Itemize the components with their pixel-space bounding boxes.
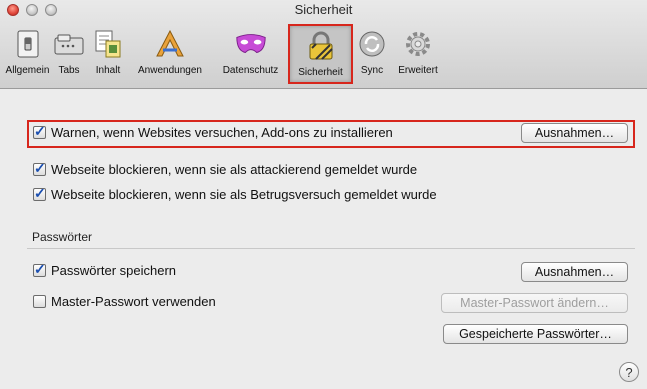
- block-forgery-label: Webseite blockieren, wenn sie als Betrug…: [51, 187, 437, 202]
- master-password-row[interactable]: Master-Passwort verwenden: [33, 294, 216, 309]
- save-passwords-label: Passwörter speichern: [51, 263, 176, 278]
- content-icon: [91, 27, 125, 61]
- tab-allgemein[interactable]: Allgemein: [6, 24, 49, 84]
- passwords-heading: Passwörter: [32, 230, 93, 244]
- tab-label: Datenschutz: [222, 65, 279, 76]
- block-attack-row[interactable]: Webseite blockieren, wenn sie als attack…: [33, 160, 418, 177]
- change-master-password-button[interactable]: Master-Passwort ändern…: [441, 293, 628, 313]
- applications-icon: [153, 27, 187, 61]
- tab-label: Tabs: [58, 65, 80, 76]
- tab-sicherheit[interactable]: Sicherheit: [288, 24, 353, 84]
- addons-exceptions-button[interactable]: Ausnahmen…: [521, 123, 628, 143]
- tab-label: Anwendungen: [138, 65, 202, 76]
- tab-label: Allgemein: [5, 65, 50, 76]
- master-password-label: Master-Passwort verwenden: [51, 294, 216, 309]
- save-passwords-row[interactable]: Passwörter speichern: [33, 261, 176, 278]
- tab-tabs[interactable]: Tabs: [49, 24, 89, 84]
- save-passwords-checkbox[interactable]: [33, 261, 46, 278]
- gear-icon: [401, 27, 435, 61]
- tab-label: Inhalt: [95, 65, 121, 76]
- warn-addons-checkbox[interactable]: [33, 123, 46, 140]
- saved-passwords-button[interactable]: Gespeicherte Passwörter…: [443, 324, 628, 344]
- block-forgery-row[interactable]: Webseite blockieren, wenn sie als Betrug…: [33, 185, 437, 202]
- help-button[interactable]: ?: [619, 362, 639, 382]
- block-attack-checkbox[interactable]: [33, 160, 46, 177]
- warn-addons-row[interactable]: Warnen, wenn Websites versuchen, Add-ons…: [33, 123, 393, 140]
- block-forgery-checkbox[interactable]: [33, 185, 46, 202]
- preferences-toolbar: Allgemein Tabs Inhalt Anwendungen Datens…: [6, 24, 445, 84]
- tab-anwendungen[interactable]: Anwendungen: [127, 24, 213, 84]
- tab-label: Sicherheit: [298, 67, 343, 78]
- tab-label: Sync: [360, 65, 384, 76]
- preferences-window: Sicherheit Allgemein Tabs Inhalt Anwendu…: [0, 0, 647, 389]
- section-divider: [27, 248, 635, 249]
- tab-inhalt[interactable]: Inhalt: [89, 24, 127, 84]
- sync-icon: [355, 27, 389, 61]
- tab-label: Erweitert: [398, 65, 438, 76]
- switch-icon: [11, 27, 45, 61]
- window-title: Sicherheit: [294, 2, 353, 17]
- master-password-checkbox[interactable]: [33, 295, 46, 308]
- title-bar: Sicherheit Allgemein Tabs Inhalt Anwendu…: [0, 0, 647, 89]
- security-pane: Warnen, wenn Websites versuchen, Add-ons…: [0, 89, 647, 389]
- tab-erweitert[interactable]: Erweitert: [391, 24, 445, 84]
- tabs-icon: [52, 27, 86, 61]
- password-exceptions-button[interactable]: Ausnahmen…: [521, 262, 628, 282]
- tab-sync[interactable]: Sync: [353, 24, 391, 84]
- block-attack-label: Webseite blockieren, wenn sie als attack…: [51, 162, 418, 177]
- lock-icon: [304, 29, 338, 63]
- tab-datenschutz[interactable]: Datenschutz: [213, 24, 288, 84]
- warn-addons-label: Warnen, wenn Websites versuchen, Add-ons…: [51, 125, 393, 140]
- mask-icon: [234, 27, 268, 61]
